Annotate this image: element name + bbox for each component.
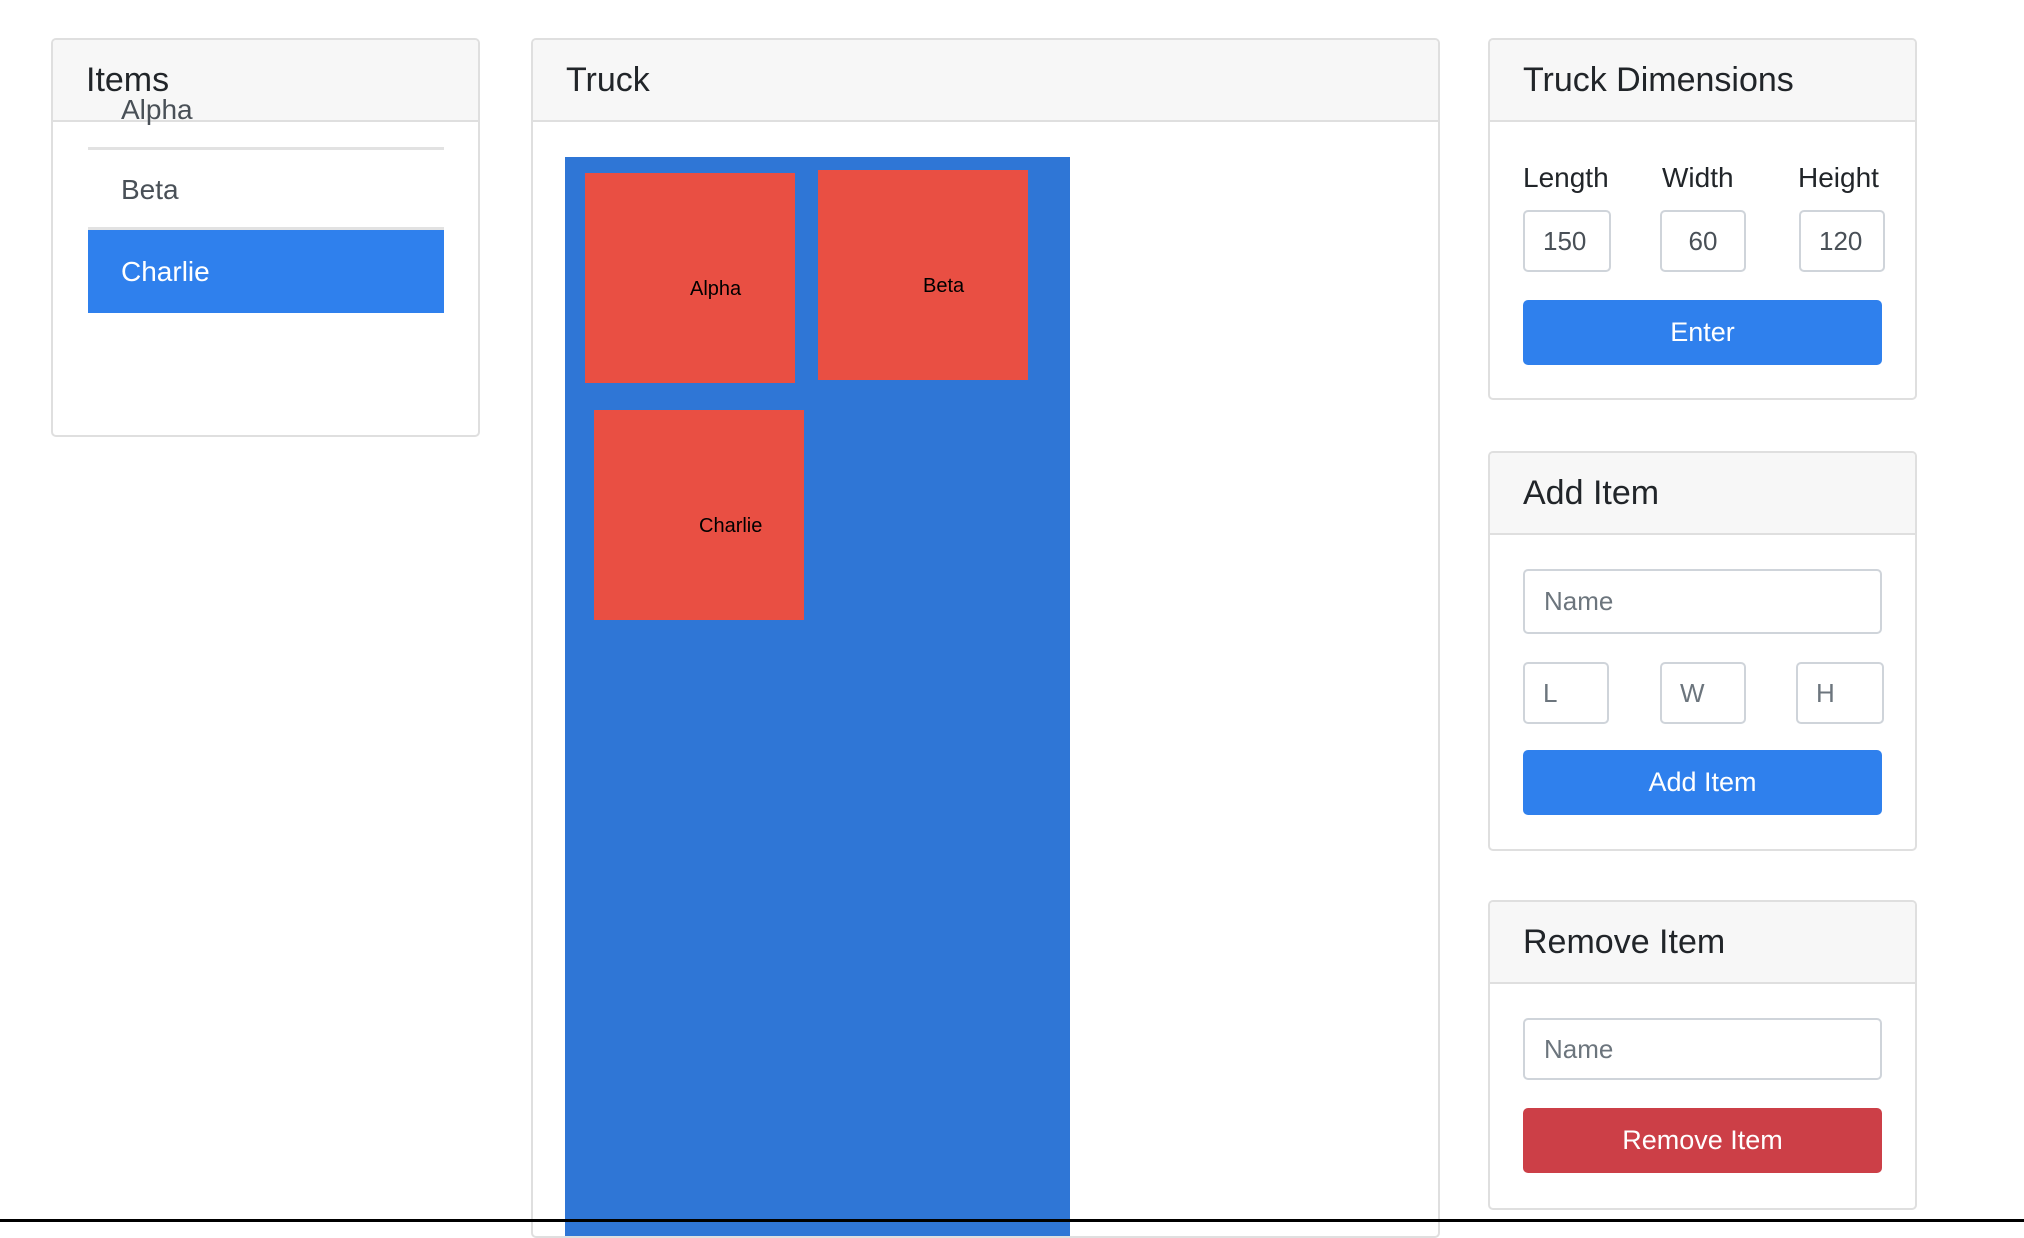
truck-box-label: Beta <box>923 275 965 297</box>
truck-dimensions-title: Truck Dimensions <box>1490 40 1915 122</box>
width-label: Width <box>1662 162 1734 193</box>
truck-area: Alpha Beta Charlie <box>565 157 1070 1236</box>
list-item-beta[interactable]: Beta <box>88 150 444 230</box>
list-item-alpha[interactable]: Alpha <box>88 70 444 150</box>
length-label: Length <box>1523 162 1609 193</box>
add-item-width-input[interactable]: W <box>1660 662 1746 724</box>
remove-item-button[interactable]: Remove Item <box>1523 1108 1882 1173</box>
add-item-title: Add Item <box>1490 453 1915 535</box>
truck-card-title: Truck <box>533 40 1438 122</box>
height-label: Height <box>1798 162 1879 193</box>
width-input[interactable]: 60 <box>1660 210 1746 272</box>
truck-box-label: Alpha <box>690 278 742 300</box>
add-item-name-input[interactable]: Name <box>1523 569 1882 634</box>
truck-box-charlie[interactable]: Charlie <box>594 410 804 620</box>
add-item-button[interactable]: Add Item <box>1523 750 1882 815</box>
item-list: Alpha Beta Charlie <box>88 70 444 313</box>
truck-box-beta[interactable]: Beta <box>818 170 1028 380</box>
truck-dimensions-card: Truck Dimensions Length Width Height 150… <box>1488 38 1917 400</box>
remove-item-card: Remove Item Name Remove Item <box>1488 900 1917 1210</box>
truck-box-label: Charlie <box>699 515 763 537</box>
add-item-length-input[interactable]: L <box>1523 662 1609 724</box>
items-card: Items Alpha Beta Charlie <box>51 38 480 437</box>
remove-item-name-input[interactable]: Name <box>1523 1018 1882 1080</box>
height-input[interactable]: 120 <box>1799 210 1885 272</box>
add-item-card: Add Item Name L W H Add Item <box>1488 451 1917 851</box>
enter-button[interactable]: Enter <box>1523 300 1882 365</box>
remove-item-title: Remove Item <box>1490 902 1915 984</box>
truck-box-alpha[interactable]: Alpha <box>585 173 795 383</box>
add-item-height-input[interactable]: H <box>1796 662 1884 724</box>
truck-card: Truck Alpha Beta Charlie <box>531 38 1440 1238</box>
list-item-charlie[interactable]: Charlie <box>88 230 444 313</box>
length-input[interactable]: 150 <box>1523 210 1611 272</box>
